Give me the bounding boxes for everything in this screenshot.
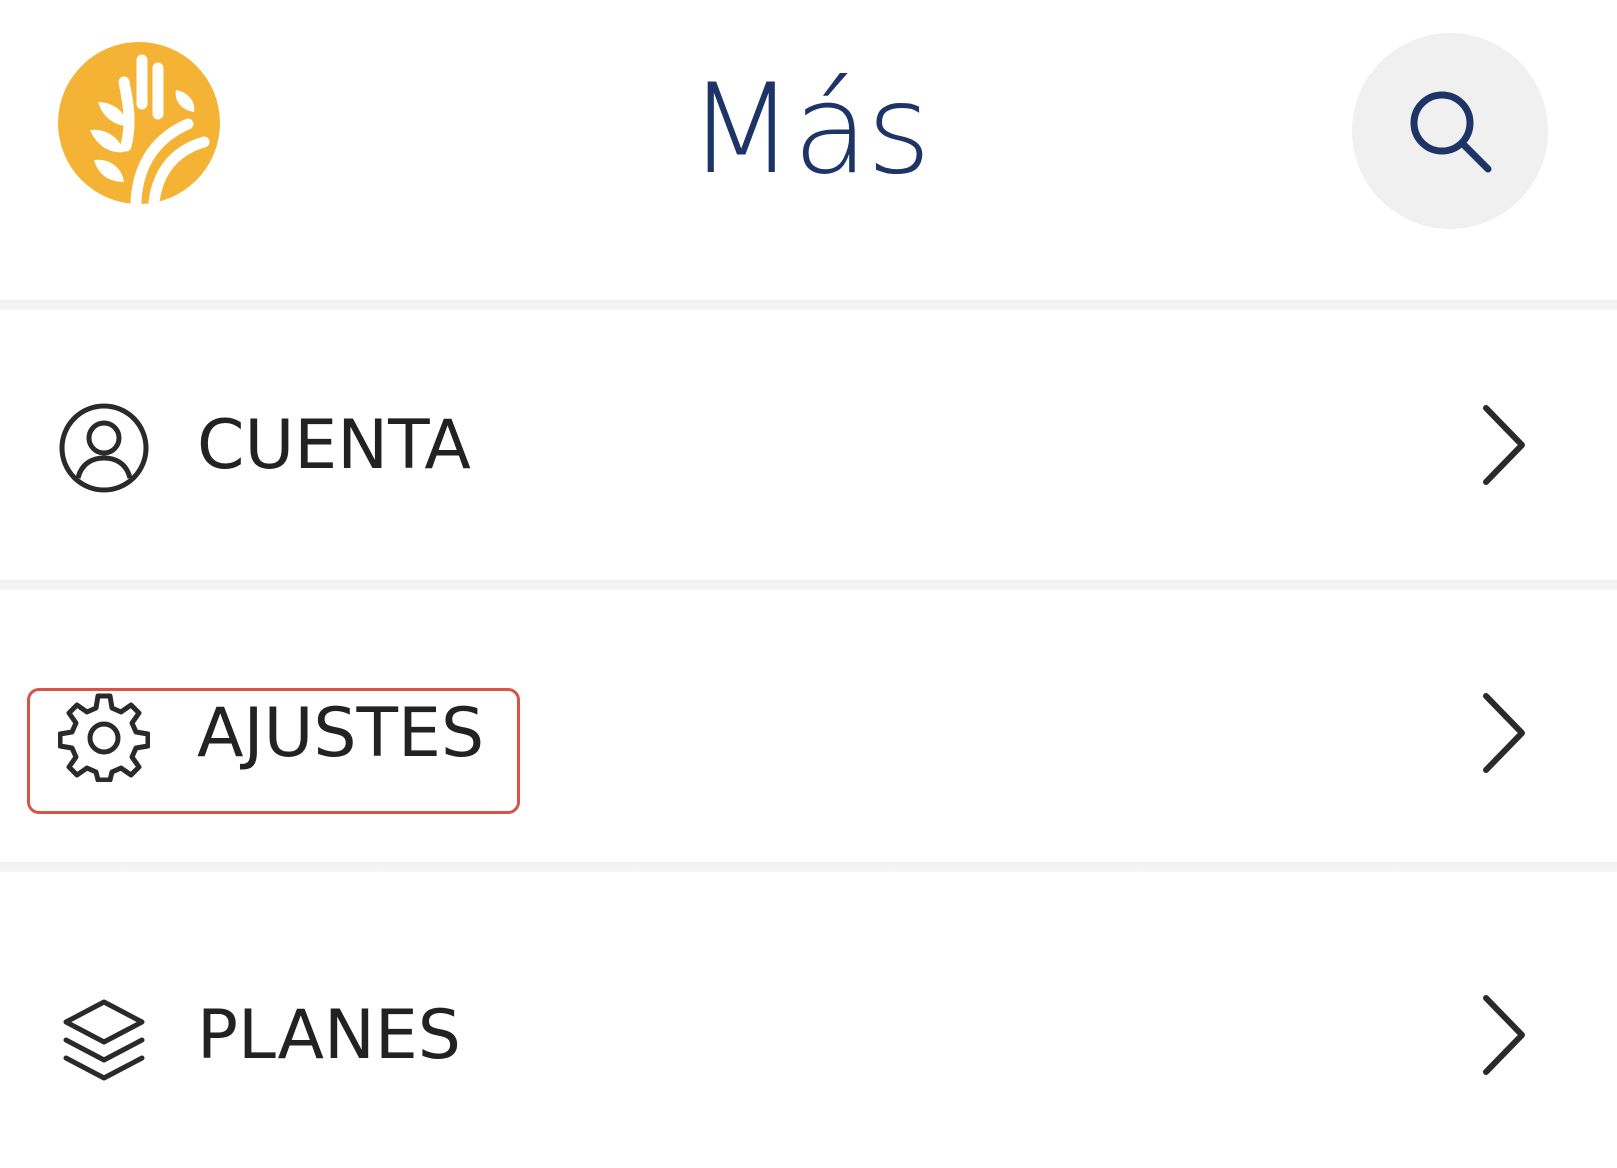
- gear-icon: [58, 693, 150, 782]
- menu-item-ajustes[interactable]: AJUSTES: [0, 590, 1617, 860]
- divider: [0, 862, 1617, 872]
- menu-item-label: PLANES: [197, 996, 461, 1075]
- menu-item-label: AJUSTES: [197, 694, 485, 773]
- menu-item-cuenta[interactable]: CUENTA: [0, 310, 1617, 580]
- user-circle-icon: [59, 403, 149, 493]
- menu-item-planes[interactable]: PLANES: [0, 872, 1617, 1142]
- chevron-right-icon: [1483, 693, 1525, 773]
- chevron-right-icon: [1483, 405, 1525, 485]
- search-icon: [1410, 91, 1492, 173]
- layers-icon: [63, 999, 145, 1081]
- top-bar: Más: [0, 0, 1617, 300]
- menu-item-label: CUENTA: [197, 406, 471, 485]
- divider: [0, 580, 1617, 590]
- chevron-right-icon: [1483, 995, 1525, 1075]
- search-button[interactable]: [1352, 33, 1548, 229]
- divider: [0, 300, 1617, 310]
